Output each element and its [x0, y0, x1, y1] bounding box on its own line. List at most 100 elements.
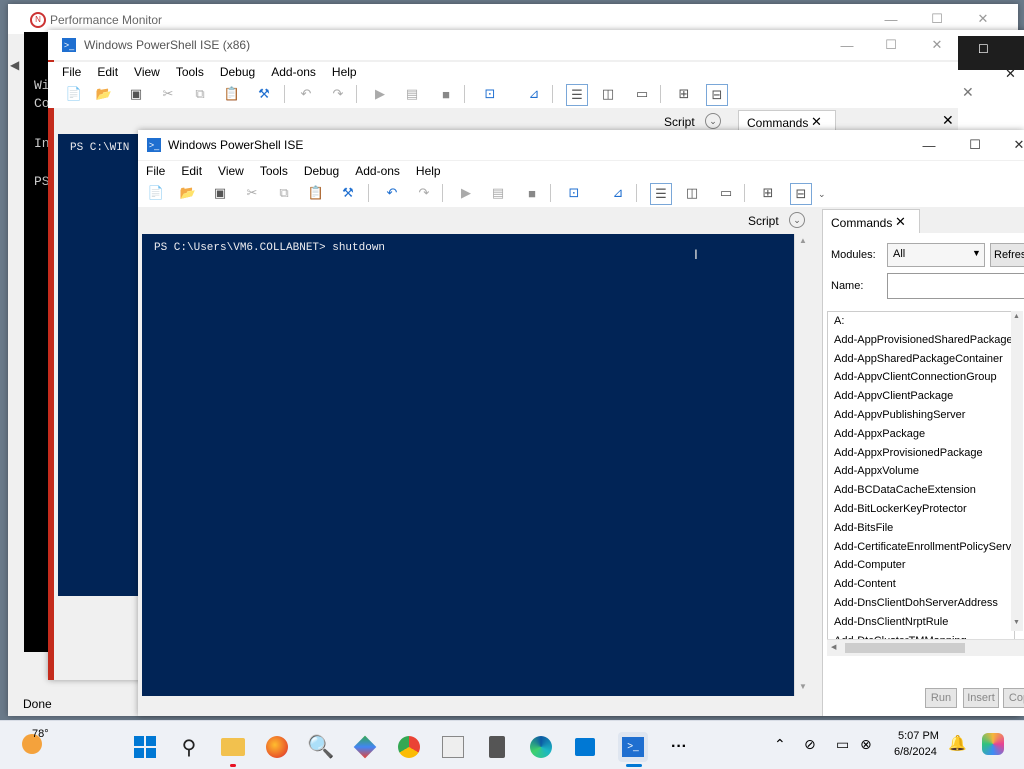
ise-menu-addons[interactable]: Add-ons	[347, 161, 408, 181]
console-pane[interactable]: PS C:\Users\VM6.COLLABNET> shutdown I	[142, 234, 794, 696]
ise-maximize-button[interactable]: ☐	[952, 130, 998, 160]
command-list-item[interactable]: A:	[828, 312, 1014, 331]
stop-icon[interactable]: ■	[522, 183, 542, 203]
layout-top-icon[interactable]: ☰	[650, 183, 672, 205]
weather-widget[interactable]: 78°	[20, 728, 80, 762]
ise-x86-maximize-button[interactable]: ☐	[868, 30, 914, 60]
run-selection-icon[interactable]: ▤	[488, 183, 508, 203]
ise-x86-commands-close-icon[interactable]: ✕	[811, 114, 822, 130]
name-input[interactable]	[887, 273, 1024, 299]
remote-tab-icon[interactable]: ⊡	[564, 183, 584, 203]
command-list-hscrollbar[interactable]: ◀	[827, 639, 1024, 656]
open-folder-icon[interactable]: 📂	[178, 183, 198, 203]
show-commands-icon[interactable]: ⊟	[790, 183, 812, 205]
ise-titlebar[interactable]: >_ Windows PowerShell ISE — ☐ ✕	[138, 130, 1024, 160]
save-icon[interactable]: ▣	[126, 84, 146, 104]
tray-volume-icon[interactable]: ⊗	[860, 736, 872, 753]
open-folder-icon[interactable]: 📂	[94, 84, 114, 104]
copy-icon[interactable]: ⧉	[190, 84, 210, 104]
undo-icon[interactable]: ↶	[382, 183, 402, 203]
tray-display-icon[interactable]: ▭	[836, 736, 849, 753]
toolbar-overflow-icon[interactable]: ⌄	[818, 189, 826, 200]
layout-top-icon[interactable]: ☰	[566, 84, 588, 106]
copy-icon[interactable]: ⧉	[274, 183, 294, 203]
run-icon[interactable]: ▶	[370, 84, 390, 104]
ise-menu-edit[interactable]: Edit	[173, 161, 210, 181]
show-script-icon[interactable]: ⊞	[758, 183, 778, 203]
console-horizontal-scrollbar[interactable]	[142, 696, 810, 710]
taskbar-powershell-ise[interactable]: >_	[618, 732, 648, 762]
ise-x86-menu-tools[interactable]: Tools	[168, 62, 212, 82]
ise-menu-debug[interactable]: Debug	[296, 161, 347, 181]
save-icon[interactable]: ▣	[210, 183, 230, 203]
ise-minimize-button[interactable]: —	[906, 130, 952, 160]
ise-x86-menu-addons[interactable]: Add-ons	[263, 62, 324, 82]
scroll-down-icon[interactable]: ▼	[1013, 619, 1020, 626]
new-file-icon[interactable]: 📄	[64, 84, 84, 104]
ise-script-label[interactable]: Script	[748, 214, 779, 228]
taskbar-store[interactable]	[570, 732, 600, 762]
notification-bell-icon[interactable]: 🔔	[948, 734, 967, 752]
layout-right-icon[interactable]: ◫	[598, 84, 618, 104]
ise-close-button[interactable]: ✕	[996, 130, 1024, 160]
command-list-item[interactable]: Add-AppxPackage	[828, 425, 1014, 444]
scroll-up-icon[interactable]: ▲	[1013, 313, 1020, 320]
ise-x86-menu-help[interactable]: Help	[324, 62, 365, 82]
ise-menu-help[interactable]: Help	[408, 161, 449, 181]
ise-menu-view[interactable]: View	[210, 161, 252, 181]
bg-right-maximize-icon[interactable]: ☐	[978, 42, 989, 56]
insert-button[interactable]: Insert	[963, 688, 999, 708]
start-button[interactable]	[130, 732, 160, 762]
scroll-down-icon[interactable]: ▼	[799, 682, 807, 691]
command-list-item[interactable]: Add-AppSharedPackageContainer	[828, 350, 1014, 369]
command-list-item[interactable]: Add-DnsClientDohServerAddress	[828, 594, 1014, 613]
command-list-item[interactable]: Add-AppvPublishingServer	[828, 406, 1014, 425]
layout-max-icon[interactable]: ▭	[716, 183, 736, 203]
ise-x86-menu-debug[interactable]: Debug	[212, 62, 263, 82]
bg-right-pane-close-icon[interactable]: ✕	[962, 84, 974, 101]
modules-select[interactable]: All ▼	[887, 243, 985, 267]
scroll-up-icon[interactable]: ▲	[799, 236, 807, 245]
ise-window[interactable]: >_ Windows PowerShell ISE — ☐ ✕ File Edi…	[138, 130, 1024, 716]
taskbar-file-explorer[interactable]	[218, 732, 248, 762]
ise-menu-tools[interactable]: Tools	[252, 161, 296, 181]
stop-icon[interactable]: ■	[436, 84, 456, 104]
command-list-item[interactable]: Add-Computer	[828, 556, 1014, 575]
copilot-icon[interactable]	[982, 733, 1004, 755]
taskbar-app-diamond[interactable]	[350, 732, 380, 762]
command-list-item[interactable]: Add-AppvClientConnectionGroup	[828, 368, 1014, 387]
ise-menu-file[interactable]: File	[138, 161, 173, 181]
command-list-item[interactable]: Add-BitsFile	[828, 519, 1014, 538]
ise-x86-script-toggle-icon[interactable]: ⌄	[705, 113, 721, 129]
taskbar-edge[interactable]	[526, 732, 556, 762]
command-list-item[interactable]: Add-AppvClientPackage	[828, 387, 1014, 406]
ise-x86-script-label[interactable]: Script	[664, 115, 695, 129]
command-list-item[interactable]: Add-BitLockerKeyProtector	[828, 500, 1014, 519]
script-toggle-icon[interactable]: ⌄	[789, 212, 805, 228]
clock-time[interactable]: 5:07 PM	[898, 730, 939, 742]
ise-x86-console-pane[interactable]: PS C:\WIN	[58, 134, 138, 596]
perfmon-left-arrow[interactable]: ◀	[10, 58, 19, 72]
show-commands-icon[interactable]: ⊟	[706, 84, 728, 106]
paste-icon[interactable]: 📋	[222, 84, 242, 104]
command-list-vscrollbar[interactable]: ▲ ▼	[1011, 311, 1023, 631]
redo-icon[interactable]: ↷	[414, 183, 434, 203]
taskbar-chrome[interactable]	[394, 732, 424, 762]
command-list[interactable]: A: Add-AppProvisionedSharedPackageC Add-…	[827, 311, 1015, 641]
command-list-item[interactable]: Add-AppxProvisionedPackage	[828, 444, 1014, 463]
command-list-item[interactable]: Add-AppxVolume	[828, 462, 1014, 481]
run-button[interactable]: Run	[925, 688, 957, 708]
clear-icon[interactable]: ⚒	[338, 183, 358, 203]
copy-button[interactable]: Cop	[1003, 688, 1024, 708]
ise-x86-minimize-button[interactable]: —	[824, 30, 870, 60]
background-right-window[interactable]: ☐ ✕ ✕	[958, 36, 1024, 130]
ise-x86-close-button[interactable]: ✕	[914, 30, 960, 60]
taskbar-more-button[interactable]: ···	[664, 732, 694, 762]
ise-x86-menu-view[interactable]: View	[126, 62, 168, 82]
ise-x86-pane-close-icon[interactable]: ✕	[942, 112, 954, 129]
command-list-item[interactable]: Add-Content	[828, 575, 1014, 594]
run-icon[interactable]: ▶	[456, 183, 476, 203]
show-script-icon[interactable]: ⊞	[674, 84, 694, 104]
powershell-icon[interactable]: ⊿	[524, 84, 544, 104]
powershell-icon[interactable]: ⊿	[608, 183, 628, 203]
